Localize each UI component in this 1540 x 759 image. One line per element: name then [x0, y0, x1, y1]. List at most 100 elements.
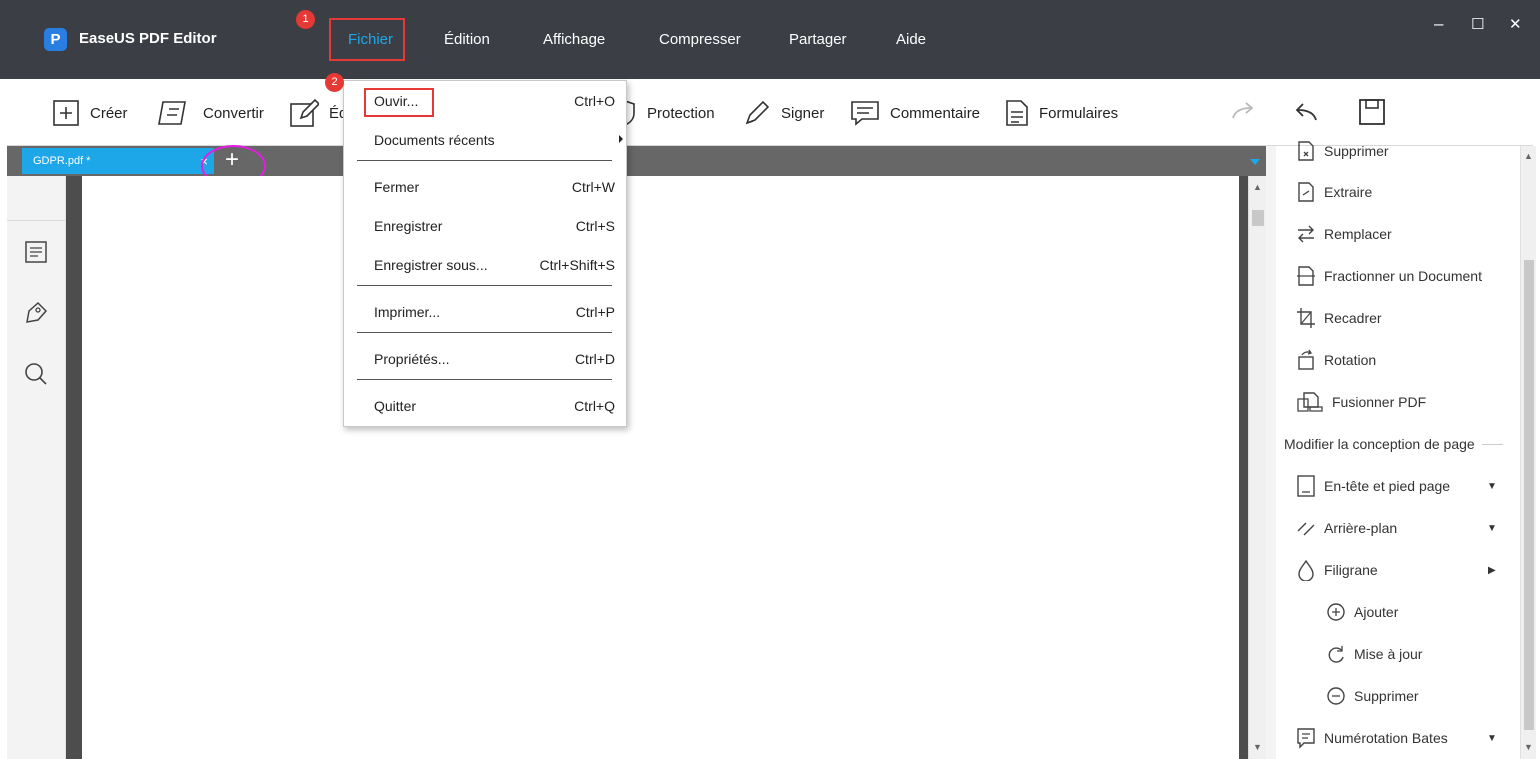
menu-save[interactable]: Enregistrer Ctrl+S: [374, 216, 615, 238]
header-footer-dropdown-icon[interactable]: ▼: [1487, 481, 1497, 492]
merge-pdf-item[interactable]: Fusionner PDF: [1296, 391, 1426, 413]
protection-button[interactable]: Protection: [613, 80, 715, 146]
watermark-remove-label: Supprimer: [1354, 688, 1419, 704]
create-label: Créer: [90, 104, 128, 122]
step-badge-2: 2: [325, 73, 344, 92]
menu-properties-shortcut: Ctrl+D: [574, 351, 615, 367]
background-item[interactable]: Arrière-plan: [1296, 517, 1397, 539]
pages-icon[interactable]: [23, 239, 49, 265]
rotation-label: Rotation: [1324, 352, 1377, 368]
header-footer-item[interactable]: En-tête et pied page: [1296, 474, 1450, 498]
background-dropdown-icon[interactable]: ▼: [1487, 523, 1497, 534]
menu-compresser[interactable]: Compresser: [659, 31, 741, 48]
tab-list-dropdown-icon[interactable]: [1250, 159, 1260, 165]
crop-item[interactable]: Recadrer: [1296, 307, 1382, 329]
watermark-add-label: Ajouter: [1354, 604, 1399, 620]
rotation-item[interactable]: Rotation: [1296, 349, 1376, 371]
create-button[interactable]: Créer: [52, 80, 128, 146]
sign-button[interactable]: Signer: [743, 80, 824, 146]
highlight-open: [364, 88, 434, 117]
refresh-icon: [1328, 646, 1344, 663]
watermark-item[interactable]: Filigrane: [1296, 559, 1378, 581]
right-scroll-up-icon[interactable]: ▲: [1524, 151, 1533, 161]
menu-close[interactable]: Fermer Ctrl+W: [374, 177, 615, 199]
menu-edition[interactable]: Édition: [444, 31, 490, 48]
menu-print[interactable]: Imprimer... Ctrl+P: [374, 302, 615, 324]
maximize-button[interactable]: ☐: [1471, 15, 1484, 33]
protection-label: Protection: [647, 104, 715, 122]
document-scroll-thumb[interactable]: [1252, 210, 1264, 226]
save-icon[interactable]: [1358, 98, 1386, 126]
extract-icon: [1298, 182, 1314, 202]
replace-item[interactable]: Remplacer: [1296, 223, 1392, 245]
bates-dropdown-icon[interactable]: ▼: [1487, 733, 1497, 744]
forms-label: Formulaires: [1039, 104, 1119, 122]
menu-separator: [357, 332, 612, 333]
split-document-item[interactable]: Fractionner un Document: [1296, 265, 1482, 287]
background-stripes-icon: [1297, 522, 1315, 536]
menu-separator: [357, 379, 612, 380]
document-scrollbar[interactable]: ▲ ▼: [1248, 176, 1266, 759]
app-logo-icon: P: [44, 28, 67, 51]
right-scroll-thumb[interactable]: [1524, 260, 1534, 730]
convert-button[interactable]: Convertir: [155, 80, 264, 146]
menu-partager[interactable]: Partager: [789, 31, 847, 48]
menu-properties[interactable]: Propriétés... Ctrl+D: [374, 349, 615, 371]
submenu-arrow-icon: [619, 135, 623, 143]
title-bar: P EaseUS PDF Editor Fichier Édition Affi…: [0, 0, 1540, 79]
close-window-button[interactable]: ✕: [1509, 15, 1522, 33]
crop-icon: [1297, 308, 1315, 328]
header-footer-label: En-tête et pied page: [1324, 478, 1451, 494]
menu-close-label: Fermer: [374, 179, 420, 195]
menu-print-shortcut: Ctrl+P: [575, 304, 615, 320]
menu-save-shortcut: Ctrl+S: [575, 218, 615, 234]
watermark-expand-icon[interactable]: ▶: [1488, 565, 1496, 576]
watermark-update-item[interactable]: Mise à jour: [1326, 643, 1422, 665]
bates-icon: [1297, 728, 1315, 749]
menu-properties-label: Propriétés...: [374, 351, 450, 367]
scroll-up-icon[interactable]: ▲: [1253, 182, 1262, 192]
remove-circle-icon: [1327, 687, 1345, 705]
bookmark-tag-icon[interactable]: [23, 300, 49, 326]
extract-item[interactable]: Extraire: [1296, 181, 1372, 203]
add-circle-icon: [1327, 603, 1345, 621]
document-tab[interactable]: GDPR.pdf * ×: [22, 148, 214, 174]
watermark-add-item[interactable]: Ajouter: [1326, 601, 1398, 623]
form-document-icon: [1006, 100, 1028, 126]
right-panel-scrollbar[interactable]: ▲ ▼: [1520, 146, 1536, 759]
watermark-drop-icon: [1298, 559, 1314, 581]
step-badge-1: 1: [296, 10, 315, 29]
menu-save-label: Enregistrer: [374, 218, 443, 234]
menu-affichage[interactable]: Affichage: [543, 31, 605, 48]
document-tab-label: GDPR.pdf *: [33, 155, 91, 167]
delete-page-item[interactable]: Supprimer: [1296, 140, 1389, 162]
forms-button[interactable]: Formulaires: [1005, 80, 1118, 146]
document-viewer: [66, 176, 1248, 759]
main-toolbar: Créer Convertir Éd Protection Signer Com…: [7, 80, 1533, 146]
redo-icon[interactable]: [1229, 98, 1257, 126]
watermark-label: Filigrane: [1324, 562, 1378, 578]
undo-icon[interactable]: [1292, 98, 1320, 126]
search-icon[interactable]: [23, 361, 49, 387]
menu-quit[interactable]: Quitter Ctrl+Q: [374, 396, 615, 418]
file-menu-dropdown: Ouvir... Ctrl+O Documents récents Fermer…: [343, 80, 627, 427]
menu-save-as-label: Enregistrer sous...: [374, 257, 488, 273]
comment-icon: [851, 101, 879, 126]
convert-icon: [158, 101, 186, 125]
menu-quit-shortcut: Ctrl+Q: [574, 398, 615, 414]
comment-button[interactable]: Commentaire: [850, 80, 980, 146]
watermark-remove-item[interactable]: Supprimer: [1326, 685, 1419, 707]
menu-save-as[interactable]: Enregistrer sous... Ctrl+Shift+S: [374, 255, 615, 277]
merge-pdf-icon: [1297, 392, 1323, 412]
pdf-page[interactable]: [82, 176, 1239, 759]
header-footer-icon: [1297, 475, 1315, 497]
watermark-update-label: Mise à jour: [1354, 646, 1423, 662]
right-scroll-down-icon[interactable]: ▼: [1524, 742, 1533, 752]
menu-recent-documents[interactable]: Documents récents: [374, 130, 623, 152]
minimize-button[interactable]: –: [1434, 14, 1443, 34]
menu-aide[interactable]: Aide: [896, 31, 926, 48]
scroll-down-icon[interactable]: ▼: [1253, 742, 1262, 752]
sidebar-divider: [7, 220, 66, 221]
bates-numbering-item[interactable]: Numérotation Bates: [1296, 727, 1448, 749]
menu-print-label: Imprimer...: [374, 304, 441, 320]
